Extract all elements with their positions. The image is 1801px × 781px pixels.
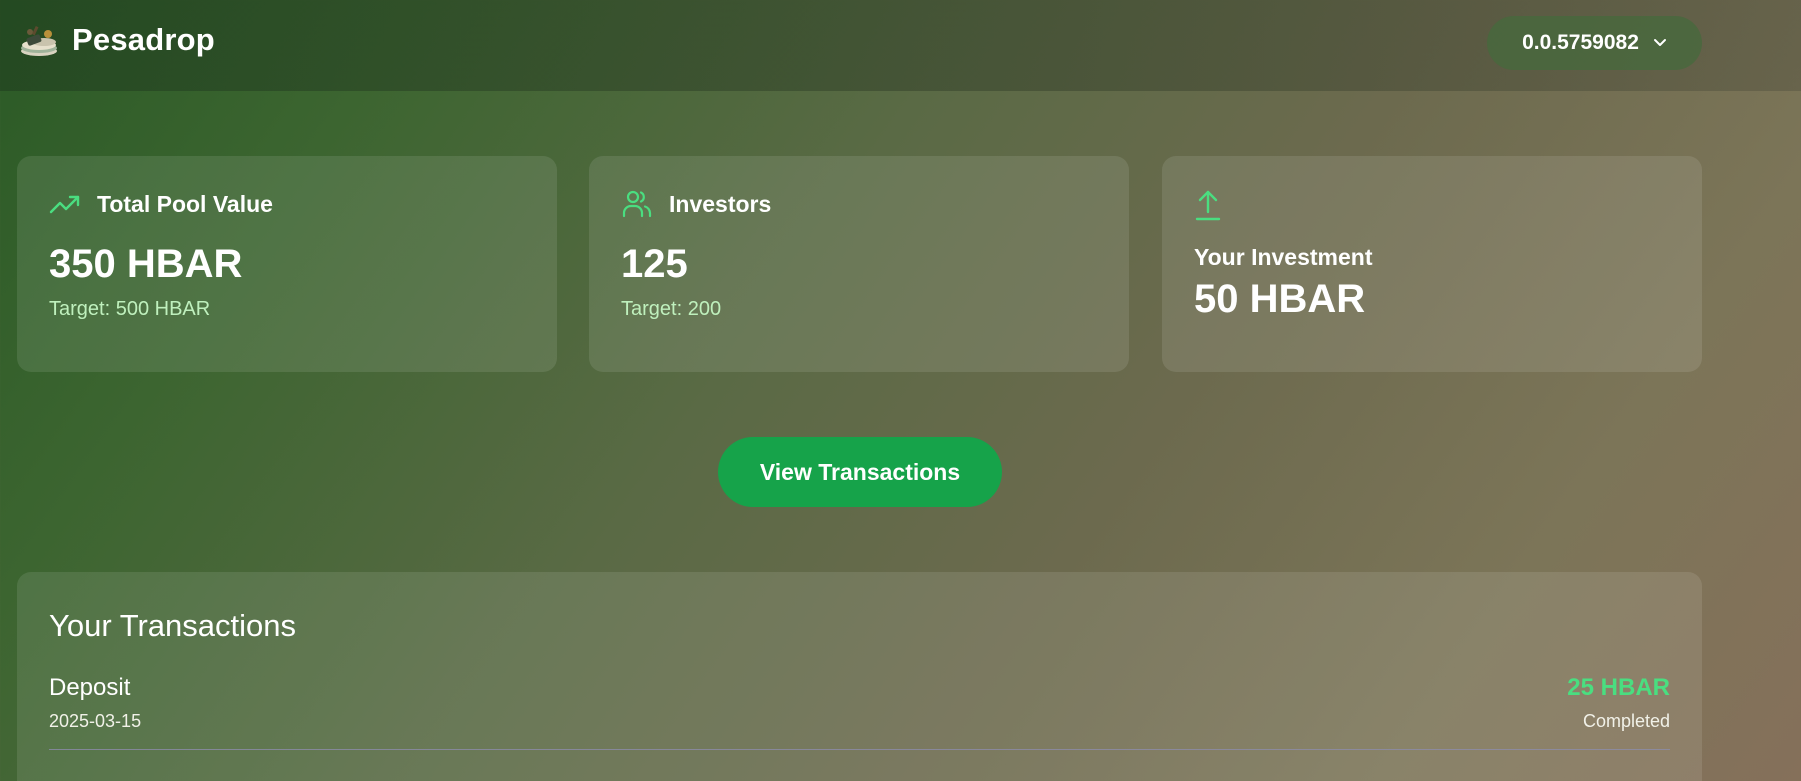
chevron-down-icon [1653,38,1667,48]
stat-card-investors: Investors 125 Target: 200 [589,156,1129,372]
money-stack-logo-icon [18,22,60,58]
brand[interactable]: Pesadrop [18,22,215,58]
stat-card-your-investment: Your Investment 50 HBAR [1162,156,1702,372]
stat-card-title: Total Pool Value [97,190,273,217]
upload-icon [1194,188,1670,222]
transactions-panel: Your Transactions Deposit 2025-03-15 25 … [17,572,1702,781]
transaction-type: Deposit [49,674,131,701]
view-transactions-button[interactable]: View Transactions [718,437,1002,507]
stat-card-title: Your Investment [1194,244,1373,270]
account-id: 0.0.5759082 [1522,31,1639,54]
stat-card-title: Investors [669,190,772,217]
account-dropdown-button[interactable]: 0.0.5759082 [1487,16,1702,70]
stat-card-value: 350 HBAR [49,242,243,286]
top-navbar: Pesadrop 0.0.5759082 [0,0,1801,91]
transaction-date: 2025-03-15 [49,711,142,731]
stat-card-total-pool: Total Pool Value 350 HBAR Target: 500 HB… [17,156,557,372]
stat-card-target: Target: 200 [621,298,722,320]
users-icon [621,188,653,220]
transaction-row[interactable]: Deposit 2025-03-15 25 HBAR Completed [49,674,1670,750]
stat-card-value: 50 HBAR [1194,277,1366,321]
stat-card-value: 125 [621,242,688,286]
transaction-amount: 25 HBAR [1567,674,1670,701]
trending-up-icon [49,192,81,216]
transaction-status: Completed [1582,711,1670,731]
stat-card-target: Target: 500 HBAR [49,298,211,320]
brand-name: Pesadrop [72,22,215,57]
transactions-title: Your Transactions [49,608,297,643]
